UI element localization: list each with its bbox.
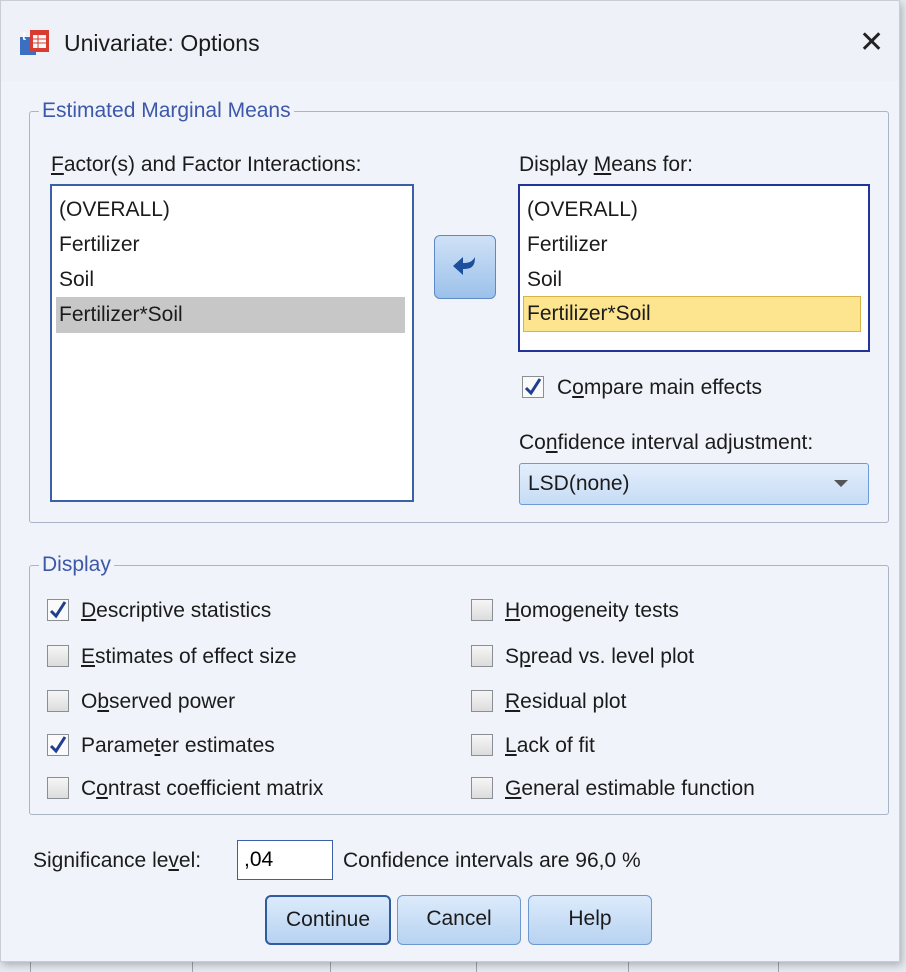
factors-label: Factor(s) and Factor Interactions: xyxy=(51,153,362,176)
effect-size-label: Estimates of effect size xyxy=(81,645,297,668)
factors-list-item[interactable]: Soil xyxy=(56,262,405,298)
significance-level-field[interactable] xyxy=(237,840,333,880)
arrow-left-icon xyxy=(453,257,475,275)
display-means-label: Display Means for: xyxy=(519,153,693,176)
ci-adjustment-select[interactable]: LSD(none) xyxy=(519,463,869,505)
lack-of-fit-checkbox[interactable] xyxy=(471,734,493,756)
significance-level-input[interactable] xyxy=(244,848,330,872)
general-estimable-function-label: General estimable function xyxy=(505,777,755,800)
title-bar: t Univariate: Options ✕ xyxy=(1,1,899,81)
move-to-display-button[interactable] xyxy=(434,235,496,299)
spss-app-icon: t xyxy=(20,29,49,55)
display-list-item[interactable]: (OVERALL) xyxy=(524,192,861,228)
descriptive-statistics-checkbox[interactable] xyxy=(47,599,69,621)
homogeneity-tests-checkbox[interactable] xyxy=(471,599,493,621)
ci-adjustment-label: Confidence interval adjustment: xyxy=(519,431,814,454)
compare-main-effects-checkbox[interactable] xyxy=(522,376,544,398)
lack-of-fit-label: Lack of fit xyxy=(505,734,595,757)
close-icon[interactable]: ✕ xyxy=(859,23,884,63)
help-button[interactable]: Help xyxy=(528,895,652,945)
general-estimable-function-checkbox[interactable] xyxy=(471,777,493,799)
cancel-button[interactable]: Cancel xyxy=(397,895,521,945)
observed-power-checkbox[interactable] xyxy=(47,690,69,712)
parameter-estimates-checkbox[interactable] xyxy=(47,734,69,756)
display-means-listbox[interactable]: (OVERALL) Fertilizer Soil Fertilizer*Soi… xyxy=(518,184,870,352)
effect-size-checkbox[interactable] xyxy=(47,645,69,667)
confidence-intervals-text: Confidence intervals are 96,0 % xyxy=(343,849,641,872)
univariate-options-dialog: t Univariate: Options ✕ Estimated Margin… xyxy=(0,0,900,962)
checkmark-icon xyxy=(49,601,67,619)
spread-level-plot-label: Spread vs. level plot xyxy=(505,645,695,668)
spread-level-plot-checkbox[interactable] xyxy=(471,645,493,667)
checkmark-icon xyxy=(524,378,542,396)
display-list-item-selected[interactable]: Fertilizer*Soil xyxy=(523,296,861,332)
continue-button[interactable]: Continue xyxy=(265,895,391,945)
emm-group-legend: Estimated Marginal Means xyxy=(39,99,294,123)
homogeneity-tests-label: Homogeneity tests xyxy=(505,599,679,622)
display-group-legend: Display xyxy=(39,553,114,577)
ci-adjustment-value: LSD(none) xyxy=(528,472,630,495)
chevron-down-icon xyxy=(834,480,848,487)
svg-text:t: t xyxy=(22,29,26,43)
residual-plot-label: Residual plot xyxy=(505,690,627,713)
parameter-estimates-label: Parameter estimates xyxy=(81,734,275,757)
factors-list-item-selected[interactable]: Fertilizer*Soil xyxy=(56,297,405,333)
contrast-matrix-checkbox[interactable] xyxy=(47,777,69,799)
display-list-item[interactable]: Soil xyxy=(524,262,861,298)
factors-listbox[interactable]: (OVERALL) Fertilizer Soil Fertilizer*Soi… xyxy=(50,184,414,502)
display-list-item[interactable]: Fertilizer xyxy=(524,227,861,263)
observed-power-label: Observed power xyxy=(81,690,236,713)
factors-list-item[interactable]: Fertilizer xyxy=(56,227,405,263)
descriptive-statistics-label: Descriptive statistics xyxy=(81,599,272,622)
checkmark-icon xyxy=(49,736,67,754)
significance-level-label: Significance level: xyxy=(33,849,202,872)
residual-plot-checkbox[interactable] xyxy=(471,690,493,712)
factors-list-item[interactable]: (OVERALL) xyxy=(56,192,405,228)
contrast-matrix-label: Contrast coefficient matrix xyxy=(81,777,324,800)
compare-main-effects-label: Compare main effects xyxy=(557,376,763,399)
window-title: Univariate: Options xyxy=(64,30,260,56)
